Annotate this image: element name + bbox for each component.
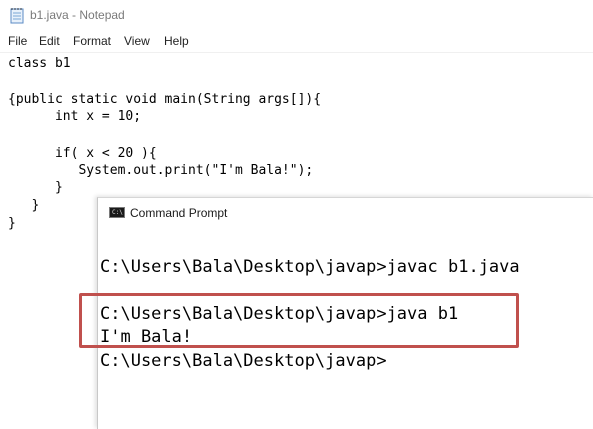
code-line: System.out.print("I'm Bala!"); — [8, 163, 314, 178]
code-line: } — [8, 180, 63, 195]
menu-edit[interactable]: Edit — [39, 34, 60, 48]
menu-file[interactable]: File — [8, 34, 27, 48]
cmd-title: Command Prompt — [130, 206, 228, 220]
notepad-icon — [10, 8, 24, 24]
notepad-title: b1.java - Notepad — [30, 8, 125, 22]
menu-view[interactable]: View — [124, 34, 150, 48]
cmd-titlebar[interactable]: C:\ Command Prompt — [98, 198, 593, 228]
notepad-menubar: File Edit Format View Help — [0, 31, 593, 53]
code-line: } — [8, 216, 16, 231]
code-line: class b1 — [8, 56, 71, 71]
code-line: if( x < 20 ){ — [8, 146, 157, 161]
cmd-output-line: C:\Users\Bala\Desktop\javap>javac b1.jav… — [100, 257, 520, 277]
code-line: int x = 10; — [8, 109, 142, 124]
menu-help[interactable]: Help — [164, 34, 189, 48]
notepad-titlebar[interactable]: b1.java - Notepad — [0, 0, 593, 31]
highlight-annotation-box — [79, 293, 519, 348]
menu-format[interactable]: Format — [73, 34, 111, 48]
cmd-output-line: C:\Users\Bala\Desktop\javap> — [100, 351, 387, 371]
terminal-icon: C:\ — [109, 207, 125, 218]
code-line: } — [8, 198, 40, 213]
code-line: {public static void main(String args[]){ — [8, 92, 322, 107]
